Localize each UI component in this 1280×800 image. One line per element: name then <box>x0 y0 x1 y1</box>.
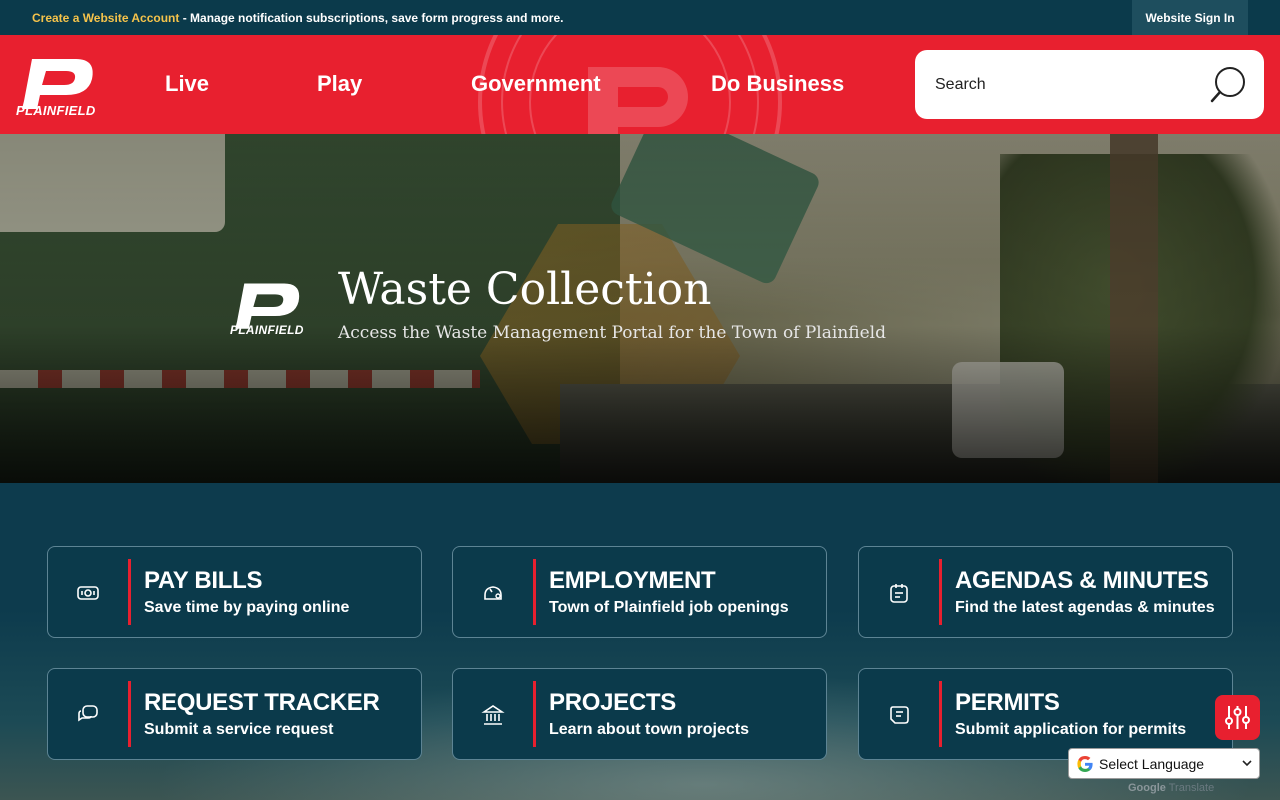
card-subtitle: Town of Plainfield job openings <box>549 599 789 616</box>
card-divider <box>128 559 131 625</box>
card-title: PERMITS <box>955 689 1060 716</box>
search-box <box>915 50 1264 119</box>
account-message-text: - Manage notification subscriptions, sav… <box>179 10 564 25</box>
card-subtitle: Save time by paying online <box>144 599 350 616</box>
card-title: PROJECTS <box>549 689 676 716</box>
card-title: PAY BILLS <box>144 567 263 594</box>
sliders-icon <box>1225 706 1250 729</box>
card-subtitle: Find the latest agendas & minutes <box>955 599 1215 616</box>
card-permits[interactable]: PERMITS Submit application for permits <box>858 668 1233 760</box>
account-message: Create a Website Account - Manage notifi… <box>32 11 563 25</box>
powered-by-google: Google <box>1128 782 1166 794</box>
card-divider <box>128 681 131 747</box>
card-subtitle: Submit application for permits <box>955 721 1187 738</box>
bill-icon <box>77 586 99 600</box>
card-employment[interactable]: EMPLOYMENT Town of Plainfield job openin… <box>452 546 827 638</box>
search-input[interactable] <box>935 75 1195 94</box>
nav-government[interactable]: Government <box>471 71 601 97</box>
card-subtitle: Learn about town projects <box>549 721 750 738</box>
google-g-icon <box>1077 755 1093 772</box>
hero-banner: PLAINFIELD Waste Collection Access the W… <box>0 134 1280 483</box>
website-sign-in-button[interactable]: Website Sign In <box>1132 0 1248 35</box>
hero-logo-text: PLAINFIELD <box>230 323 304 337</box>
chat-icon <box>78 705 98 722</box>
nav-play[interactable]: Play <box>317 71 362 97</box>
card-agendas-minutes[interactable]: AGENDAS & MINUTES Find the latest agenda… <box>858 546 1233 638</box>
card-projects[interactable]: PROJECTS Learn about town projects <box>452 668 827 760</box>
card-title: AGENDAS & MINUTES <box>955 567 1209 594</box>
card-divider <box>939 681 942 747</box>
create-account-link[interactable]: Create a Website Account <box>32 11 179 25</box>
powered-by-translate: Translate <box>1165 782 1215 794</box>
card-subtitle: Submit a service request <box>144 721 334 738</box>
card-title: EMPLOYMENT <box>549 567 716 594</box>
card-divider <box>939 559 942 625</box>
top-utility-bar: Create a Website Account - Manage notifi… <box>0 0 1280 35</box>
calendar-icon <box>890 584 908 603</box>
search-icon[interactable] <box>1208 65 1248 105</box>
card-divider <box>533 559 536 625</box>
logo-text: PLAINFIELD <box>16 103 96 118</box>
language-select-label: Select Language <box>1099 755 1205 772</box>
permit-icon <box>890 706 909 724</box>
accessibility-settings-button[interactable] <box>1215 695 1260 740</box>
card-pay-bills[interactable]: PAY BILLS Save time by paying online <box>47 546 422 638</box>
powered-by-google-translate: Google Translate <box>1128 782 1214 794</box>
card-request-tracker[interactable]: REQUEST TRACKER Submit a service request <box>47 668 422 760</box>
page-title: Waste Collection <box>338 264 712 315</box>
site-header: PLAINFIELD Live Play Government Do Busin… <box>0 35 1280 134</box>
card-title: REQUEST TRACKER <box>144 689 380 716</box>
page-subtitle: Access the Waste Management Portal for t… <box>338 323 886 343</box>
language-select[interactable]: Select Language <box>1068 748 1260 779</box>
chevron-down-icon <box>1242 760 1252 767</box>
nav-do-business[interactable]: Do Business <box>711 71 844 97</box>
employment-icon <box>484 586 502 600</box>
nav-live[interactable]: Live <box>165 71 209 97</box>
card-divider <box>533 681 536 747</box>
building-icon <box>481 705 505 725</box>
